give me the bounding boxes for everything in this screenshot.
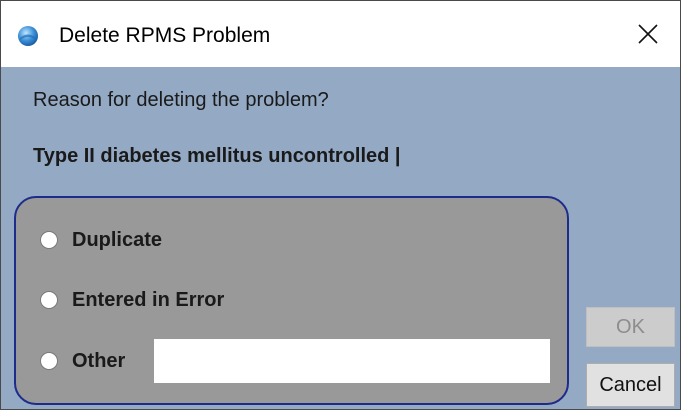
radio-label-entered-in-error: Entered in Error	[72, 288, 225, 311]
other-reason-input[interactable]	[154, 339, 550, 383]
radio-button-duplicate[interactable]	[40, 231, 58, 249]
radio-option-other[interactable]: Other	[40, 348, 125, 374]
radio-button-entered-in-error[interactable]	[40, 291, 58, 309]
delete-reason-prompt: Reason for deleting the problem?	[33, 89, 329, 111]
radio-label-other: Other	[72, 349, 126, 372]
window-title: Delete RPMS Problem	[59, 24, 271, 47]
ok-button[interactable]: OK	[586, 307, 675, 347]
radio-option-entered-in-error[interactable]: Entered in Error	[40, 287, 224, 313]
globe-icon	[17, 25, 39, 47]
problem-name: Type II diabetes mellitus uncontrolled |	[33, 145, 401, 167]
close-icon	[638, 24, 658, 44]
cancel-button[interactable]: Cancel	[586, 363, 675, 407]
reason-radio-group: Duplicate Entered in Error Other	[14, 196, 569, 405]
delete-problem-dialog: Delete RPMS Problem Reason for deleting …	[0, 0, 681, 410]
radio-button-other[interactable]	[40, 352, 58, 370]
close-button[interactable]	[618, 1, 680, 67]
radio-label-duplicate: Duplicate	[72, 228, 163, 251]
title-bar: Delete RPMS Problem	[1, 1, 680, 67]
radio-option-duplicate[interactable]: Duplicate	[40, 227, 162, 253]
